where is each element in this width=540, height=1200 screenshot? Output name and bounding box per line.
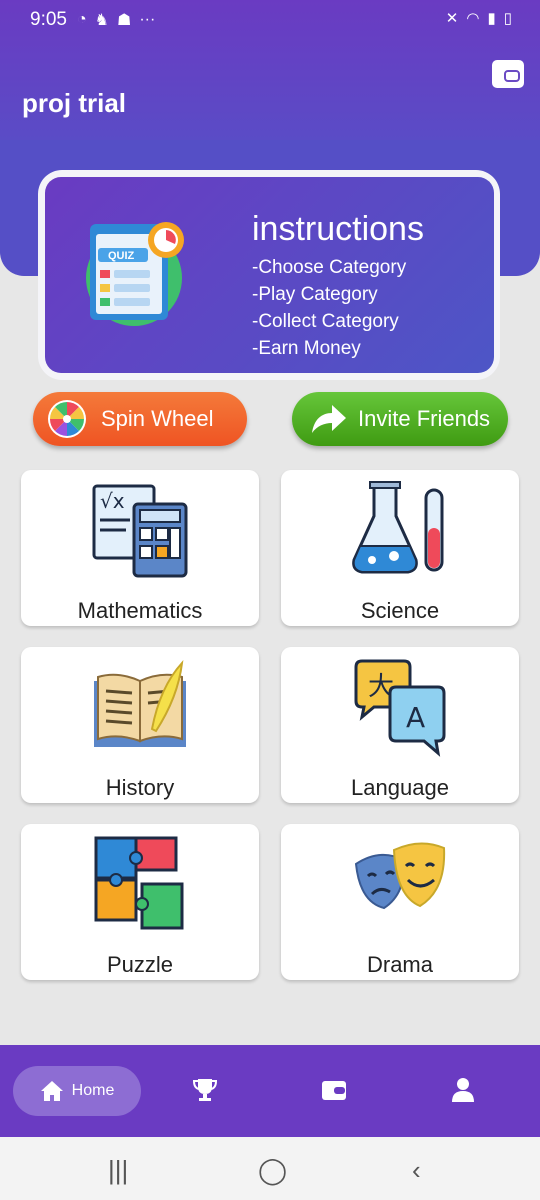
nav-home-label: Home <box>71 1082 115 1099</box>
translate-bubbles-icon: 大 A <box>354 659 446 757</box>
spin-wheel-button[interactable]: Spin Wheel <box>33 392 247 446</box>
bottom-navigation: Home <box>0 1045 540 1137</box>
category-card-drama[interactable]: Drama <box>281 824 519 980</box>
more-notifications-icon: ··· <box>139 11 156 28</box>
category-label: Drama <box>366 952 433 977</box>
puzzle-icon <box>94 836 184 930</box>
system-navigation-bar: ||| ◯ ‹ <box>0 1137 540 1200</box>
category-card-mathematics[interactable]: √x Mathematics <box>21 470 259 626</box>
instruction-item: -Collect Category <box>252 311 399 332</box>
flask-icon <box>352 481 444 574</box>
instructions-list: -Choose Category -Play Category -Collect… <box>252 254 406 362</box>
book-quill-icon <box>94 660 186 747</box>
wallet-icon[interactable] <box>492 60 524 88</box>
wifi-icon: ◠ <box>466 10 480 27</box>
spin-wheel-label: Spin Wheel <box>101 406 214 431</box>
back-icon[interactable]: ‹ <box>412 1155 421 1186</box>
calculator-icon: √x <box>92 484 188 578</box>
nav-home[interactable]: Home <box>13 1066 141 1116</box>
profile-icon[interactable] <box>450 1077 476 1103</box>
home-circle-icon[interactable]: ◯ <box>258 1155 287 1186</box>
trophy-icon[interactable] <box>192 1077 218 1103</box>
category-card-history[interactable]: History <box>21 647 259 803</box>
system-status-icons: ✕ ◠ ▮ ▯ <box>446 9 512 27</box>
snapchat-icon: ☗ <box>117 12 132 29</box>
invite-friends-label: Invite Friends <box>358 406 491 431</box>
category-label: Science <box>360 598 440 623</box>
category-label: Puzzle <box>106 952 174 977</box>
quiz-art-label: QUIZ <box>108 250 135 262</box>
wheel-icon <box>48 400 86 438</box>
category-card-language[interactable]: 大 A Language <box>281 647 519 803</box>
category-label: History <box>105 775 175 800</box>
category-label: Mathematics <box>77 598 203 623</box>
svg-text:A: A <box>406 701 425 734</box>
notification-icons: ◔ ♞ ☗ ··· <box>77 10 155 30</box>
category-card-puzzle[interactable]: Puzzle <box>21 824 259 980</box>
instruction-item: -Earn Money <box>252 338 361 359</box>
mute-icon: ✕ <box>445 10 459 27</box>
status-time: 9:05 <box>30 9 67 30</box>
app-title: proj trial <box>22 88 127 118</box>
signal-icon: ▮ <box>487 10 496 27</box>
wallet-icon[interactable] <box>321 1077 347 1103</box>
svg-text:√x: √x <box>100 489 125 513</box>
instructions-title: instructions <box>252 210 424 248</box>
home-icon <box>40 1081 63 1101</box>
quiz-illustration-icon: QUIZ <box>86 222 184 326</box>
status-bar: 9:05 ◔ ♞ ☗ ··· ✕ ◠ ▮ ▯ <box>0 0 540 40</box>
drama-masks-icon <box>354 842 446 910</box>
notification-icon: ♞ <box>94 12 109 29</box>
category-label: Language <box>351 775 449 800</box>
instruction-item: -Play Category <box>252 284 378 305</box>
category-card-science[interactable]: Science <box>281 470 519 626</box>
share-arrow-icon <box>312 405 346 433</box>
battery-icon: ▯ <box>503 10 512 27</box>
instruction-item: -Choose Category <box>252 257 407 278</box>
whatsapp-icon: ◔ <box>76 11 87 28</box>
recent-apps-icon[interactable]: ||| <box>108 1155 128 1186</box>
invite-friends-button[interactable]: Invite Friends <box>292 392 508 446</box>
app-header: 9:05 ◔ ♞ ☗ ··· ✕ ◠ ▮ ▯ proj trial <box>0 0 540 142</box>
